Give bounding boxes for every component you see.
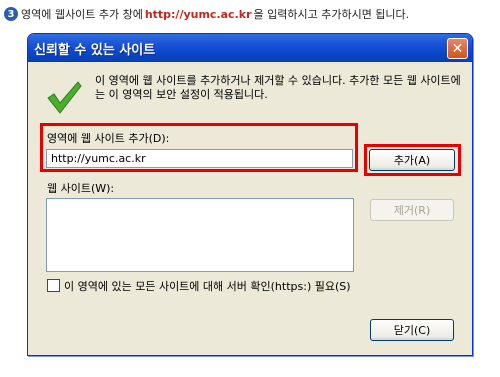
https-checkbox[interactable] (47, 279, 60, 292)
add-site-label: 영역에 웹 사이트 추가(D): (47, 132, 170, 145)
https-label[interactable]: 이 영역에 있는 모든 사이트에 대해 서버 확인(https:) 필요(S) (64, 278, 351, 294)
instruction-url: http://yumc.ac.kr (144, 7, 252, 21)
add-button[interactable]: 추가(A) (369, 149, 455, 171)
websites-list[interactable] (46, 198, 354, 272)
instruction-text-before: 영역에 웹사이트 추가 창에 (21, 8, 143, 21)
info-text: 이 영역에 웹 사이트를 추가하거나 제거할 수 있습니다. 추가한 모든 웹 … (95, 74, 461, 101)
close-icon[interactable]: ✕ (447, 38, 468, 59)
instruction: 3 영역에 웹사이트 추가 창에 http://yumc.ac.kr 을 입력하… (4, 6, 409, 22)
websites-label: 웹 사이트(W): (47, 182, 115, 195)
remove-button[interactable]: 제거(R) (370, 199, 454, 221)
step-number-badge: 3 (4, 7, 18, 21)
add-site-input[interactable] (46, 149, 353, 168)
instruction-text-after: 을 입력하시고 추가하시면 됩니다. (253, 8, 410, 21)
dialog-titlebar: 신뢰할 수 있는 사이트 (28, 34, 472, 62)
close-button[interactable]: 닫기(C) (370, 319, 454, 341)
dialog-title: 신뢰할 수 있는 사이트 (34, 42, 156, 58)
checkmark-icon (47, 81, 82, 114)
trusted-sites-dialog: 신뢰할 수 있는 사이트 ✕ 이 영역에 웹 사이트를 추가하거나 제거할 수 … (27, 33, 473, 356)
